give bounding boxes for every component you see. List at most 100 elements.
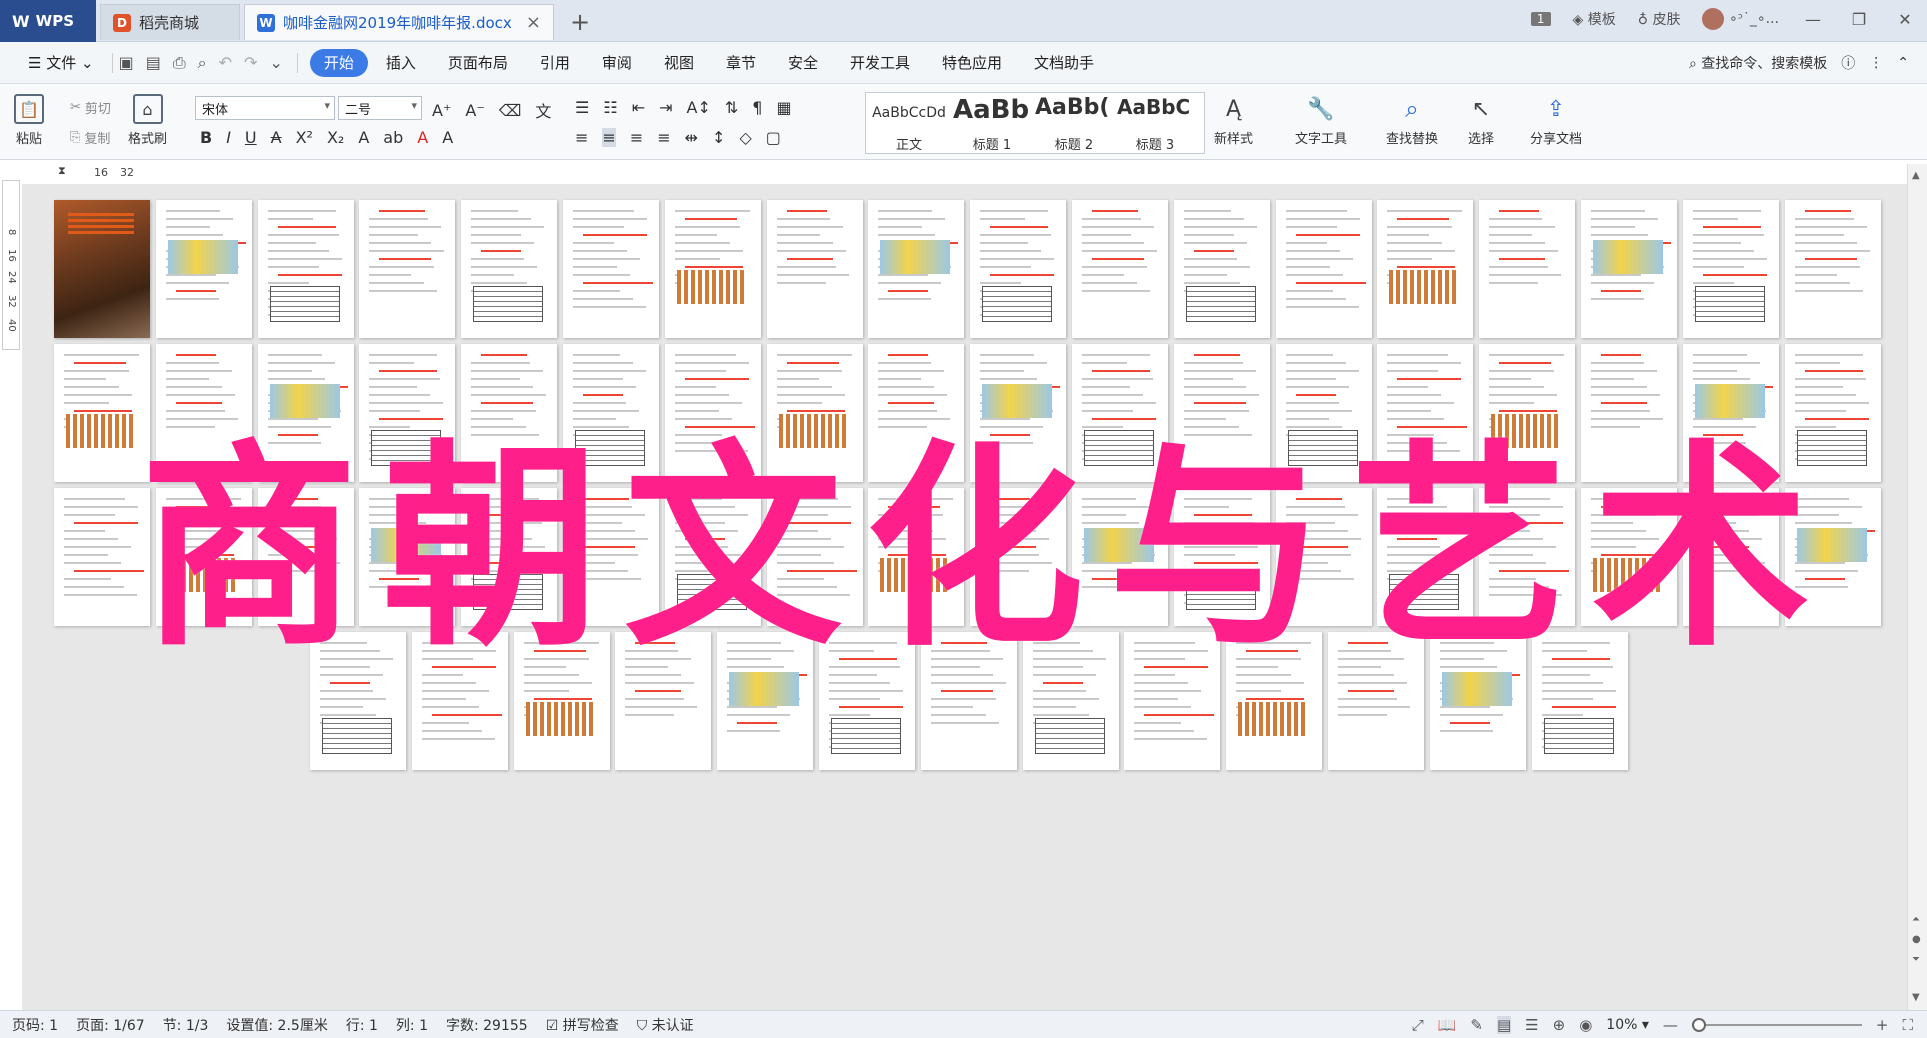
tab-developer[interactable]: 开发工具 [836,49,924,77]
page-thumbnail[interactable] [767,200,863,338]
page-thumbnail[interactable] [258,344,354,482]
increase-indent-icon[interactable]: ⇥ [659,98,672,117]
tab-security[interactable]: 安全 [774,49,832,77]
tab-daoke-store[interactable]: D 稻壳商城 [100,4,240,40]
user-account[interactable]: ∘ᵓ˙_∘... [1702,8,1779,30]
collapse-ribbon-icon[interactable]: ⌃ [1897,55,1909,71]
align-right-icon[interactable]: ≡ [630,128,643,147]
tab-chapter[interactable]: 章节 [712,49,770,77]
page-thumbnail[interactable] [54,344,150,482]
table-icon[interactable]: ▦ [776,98,791,117]
share-document-button[interactable]: ⇪ 分享文档 [1530,94,1582,148]
page-thumbnail[interactable] [1430,632,1526,770]
page-thumbnail[interactable] [1328,632,1424,770]
style-normal[interactable]: AaBbCcDd 正文 [870,95,948,153]
eye-protection-icon[interactable]: ◉ [1579,1016,1592,1034]
page-thumbnail[interactable] [1479,344,1575,482]
style-heading-1[interactable]: AaBb 标题 1 [952,95,1032,153]
tab-review[interactable]: 审阅 [588,49,646,77]
zoom-slider-thumb[interactable] [1691,1017,1706,1032]
page-thumbnail[interactable] [1124,632,1220,770]
new-style-button[interactable]: Ą 新样式 [1214,94,1253,148]
line-spacing-icon[interactable]: ↕ [712,128,725,147]
export-pdf-icon[interactable]: ▤ [146,53,161,73]
format-painter-button[interactable]: ⌂ 格式刷 [128,94,167,147]
style-gallery[interactable]: AaBbCcDd 正文 AaBb 标题 1 AaBb( 标题 2 AaBbC 标… [865,92,1205,154]
cut-button[interactable]: ✂ 剪切 [70,98,111,117]
page-thumbnail[interactable] [665,344,761,482]
page-view-icon[interactable]: ▤ [1496,1015,1512,1034]
clear-format-icon[interactable]: ⌫ [499,101,522,120]
status-row[interactable]: 行: 1 [346,1015,378,1035]
page-thumbnail[interactable] [461,200,557,338]
justify-icon[interactable]: ≡ [657,128,670,147]
page-thumbnail[interactable] [1174,200,1270,338]
page-thumbnail[interactable] [1023,632,1119,770]
tab-document[interactable]: W 咖啡金融网2019年咖啡年报.docx × [244,4,554,40]
document-canvas[interactable] [22,184,1907,1010]
style-heading-2[interactable]: AaBb( 标题 2 [1034,95,1114,153]
page-thumbnail[interactable] [819,632,915,770]
page-thumbnail[interactable] [54,200,150,338]
text-effect-icon[interactable]: A [358,128,369,147]
help-icon[interactable]: ⓘ [1841,53,1855,73]
status-page-number[interactable]: 页码: 1 [12,1015,58,1035]
font-name-select[interactable]: 宋体 [195,96,335,120]
page-thumbnail[interactable] [921,632,1017,770]
select-button[interactable]: ↖ 选择 [1466,94,1496,148]
print-icon[interactable]: ⎙ [173,53,186,73]
page-thumbnail[interactable] [717,632,813,770]
page-thumbnail[interactable] [1785,344,1881,482]
page-thumbnail[interactable] [1683,344,1779,482]
outline-view-icon[interactable]: ☰ [1525,1016,1538,1034]
tab-view[interactable]: 视图 [650,49,708,77]
tab-references[interactable]: 引用 [526,49,584,77]
page-thumbnail[interactable] [1479,200,1575,338]
page-thumbnail[interactable] [514,632,610,770]
page-thumbnail[interactable] [1377,344,1473,482]
superscript-icon[interactable]: X² [296,128,313,147]
page-thumbnail[interactable] [1226,632,1322,770]
page-thumbnail[interactable] [1479,488,1575,626]
page-thumbnail[interactable] [1377,488,1473,626]
file-menu[interactable]: ☰ 文件 ⌄ [14,49,108,77]
highlight-icon[interactable]: ab [383,128,403,147]
horizontal-ruler[interactable]: ⧗ 16 32 [58,164,148,182]
page-thumbnail[interactable] [767,488,863,626]
restore-icon[interactable]: ❐ [1847,10,1871,29]
bullet-list-icon[interactable]: ☰ [575,98,589,117]
customize-chevron-icon[interactable]: ⌄ [269,53,282,73]
page-thumbnail[interactable] [1174,344,1270,482]
page-thumbnail[interactable] [665,200,761,338]
sort-icon[interactable]: ⇅ [725,98,738,117]
phonetic-guide-icon[interactable]: 文 [535,98,551,122]
show-marks-icon[interactable]: ¶ [752,98,762,117]
page-thumbnail[interactable] [359,344,455,482]
page-thumbnail[interactable] [1276,200,1372,338]
page-thumbnail[interactable] [767,344,863,482]
page-thumbnail[interactable] [665,488,761,626]
save-icon[interactable]: ▣ [119,53,134,73]
scroll-up-icon[interactable]: ▲ [1912,170,1920,181]
more-icon[interactable]: ⋮ [1869,55,1883,71]
page-thumbnail[interactable] [563,488,659,626]
spell-check-toggle[interactable]: ☑ 拼写检查 [546,1015,619,1035]
align-center-icon[interactable]: ≡ [602,128,616,147]
text-direction-icon[interactable]: A↕ [687,98,711,117]
page-thumbnail[interactable] [156,488,252,626]
copy-button[interactable]: ⎘ 复制 [70,128,110,147]
indent-marker-icon[interactable]: ⧗ [58,164,66,178]
page-thumbnail[interactable] [868,200,964,338]
paste-button[interactable]: 📋 粘贴 [14,94,44,147]
vertical-ruler[interactable]: 8 16 24 32 40 [2,180,20,350]
page-thumbnail[interactable] [461,488,557,626]
page-thumbnail[interactable] [1581,488,1677,626]
tab-page-layout[interactable]: 页面布局 [434,49,522,77]
zoom-level[interactable]: 10% ▾ [1606,1017,1649,1033]
strikethrough-icon[interactable]: A [271,128,282,147]
page-thumbnail[interactable] [1174,488,1270,626]
page-down-icon[interactable]: ⏷ [1912,954,1920,965]
template-button[interactable]: ◈ 模板 [1573,9,1616,29]
page-thumbnail[interactable] [156,200,252,338]
status-word-count[interactable]: 字数: 29155 [446,1015,528,1035]
